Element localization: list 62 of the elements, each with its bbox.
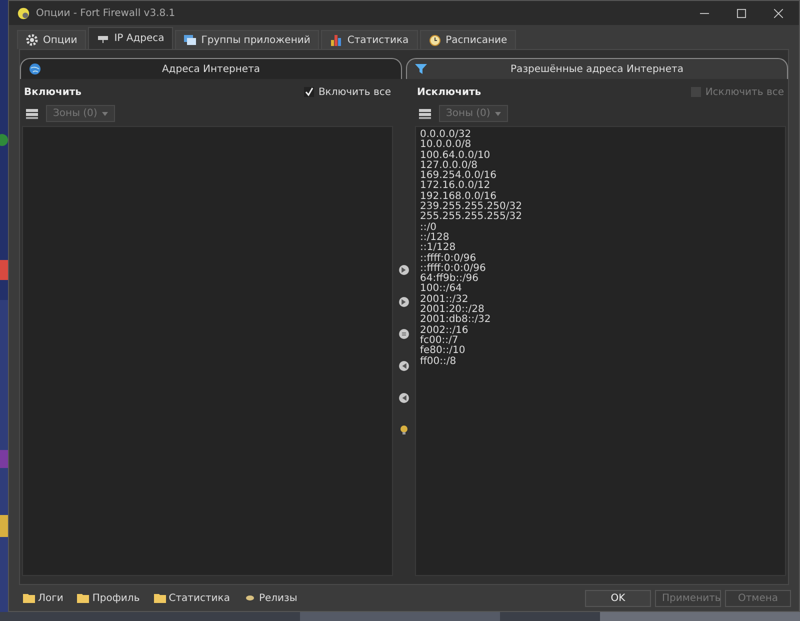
address-line: 192.168.0.0/16 [420,192,497,202]
caret-icon [102,112,108,116]
address-line: 127.0.0.0/8 [420,160,478,171]
address-line: 169.254.0.0/16 [420,171,498,182]
address-line: 239.255.255.250/32 [420,202,523,212]
server-icon[interactable] [26,108,38,120]
globe-icon [29,63,41,75]
address-line: ::/0 [420,222,436,233]
clock-icon [428,34,441,46]
address-line: 64:ff9b::/96 [420,274,480,284]
tab[interactable]: Адреса Интернета [20,58,402,79]
windows-icon [184,34,196,46]
address-line: 100.64.0.0/10 [420,150,492,161]
window-title: Опции - Fort Firewall v3.8.1 [36,8,176,18]
panel-title: Исключить [417,86,482,98]
address-line: ::ffff:0:0/96 [420,254,476,264]
bar-chart-icon [330,34,342,46]
address-line: 2001:db8::/32 [420,315,492,326]
maximize-icon[interactable] [737,8,746,18]
footer-link[interactable]: Статистика [168,592,230,604]
folder-icon [154,593,166,603]
address-line: 2001:20::/28 [420,305,484,316]
server-icon[interactable] [419,108,431,120]
footer-link[interactable]: Логи [38,592,64,604]
tab[interactable]: Опции [17,30,86,49]
dot-icon [244,593,256,603]
filter-icon [415,63,427,75]
arrow-button[interactable] [399,393,409,403]
address-line: 255.255.255.255/32 [420,212,523,222]
checkbox-label[interactable]: Включить все [318,86,391,98]
gear-icon [26,34,38,46]
tab[interactable]: IP Адреса [88,27,174,49]
caret-icon [495,112,502,116]
arrow-button[interactable] [399,361,409,371]
folder-icon [23,593,35,603]
address-line: ::/128 [420,232,450,243]
arrow-button[interactable] [399,297,409,307]
address-line: 100::/64 [420,284,463,294]
checkbox[interactable] [304,87,314,97]
footer-link[interactable]: Профиль [92,592,140,604]
address-line: ::ffff:0:0:0/96 [420,264,487,274]
address-line: 10.0.0.0/8 [420,140,472,150]
footer-link[interactable]: Релизы [258,592,298,604]
address-line: ff00::/8 [420,356,458,367]
bulb-icon[interactable] [399,425,409,435]
address-line: 2002::/16 [420,326,470,336]
panel-title: Включить [24,86,82,98]
address-line: fc00::/7 [420,336,458,346]
address-line: 0.0.0.0/32 [420,130,472,140]
arrow-button[interactable] [399,265,409,275]
address-line: 172.16.0.0/12 [420,181,492,192]
tab[interactable]: Расписание [420,30,516,49]
tab[interactable]: Статистика [321,30,418,49]
address-line: fe80::/10 [420,346,466,356]
tab[interactable]: Группы приложений [175,30,320,49]
address-line: ::1/128 [420,243,456,254]
arrow-button[interactable] [399,329,409,339]
address-line: 2001::/32 [420,294,468,305]
dialog-button[interactable]: OK [585,590,651,606]
folder-icon [77,593,90,603]
tab[interactable]: Разрешённые адреса Интернета [406,58,788,79]
close-icon[interactable] [774,8,783,18]
